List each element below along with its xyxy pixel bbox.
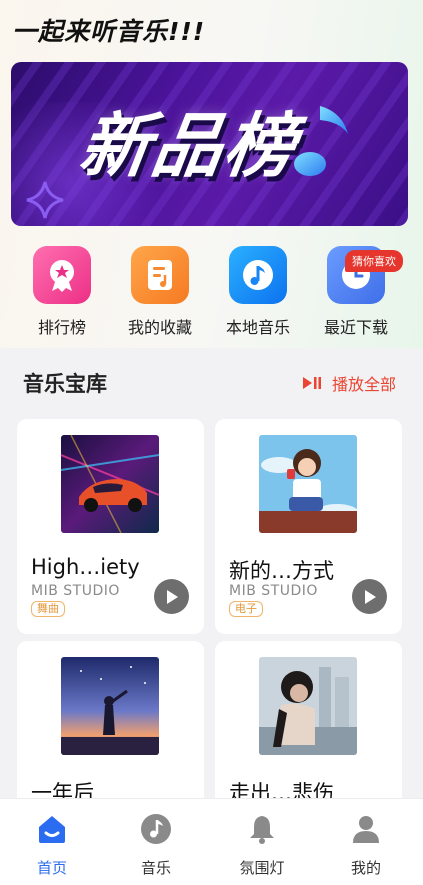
play-icon: [166, 589, 178, 604]
play-all-label: 播放全部: [331, 375, 396, 394]
app-title: 一起来听音乐!!!: [12, 17, 206, 46]
play-button[interactable]: [352, 579, 387, 614]
play-pause-icon: [302, 377, 321, 389]
quick-label-local-music: 本地音乐: [225, 318, 290, 337]
song-card[interactable]: High…iety MIB STUDIO 舞曲: [17, 419, 204, 634]
nav-item-profile[interactable]: 我的: [326, 813, 406, 878]
genre-tag: 电子: [229, 601, 263, 617]
nav-item-home[interactable]: 首页: [12, 813, 92, 878]
song-title: 新的…方式: [229, 559, 334, 583]
bottom-nav: 首页 音乐 氛围灯 我的: [0, 798, 423, 885]
nav-label-home: 首页: [36, 859, 67, 877]
new-releases-banner[interactable]: 新品榜: [11, 62, 408, 226]
song-artist: MIB STUDIO: [31, 583, 120, 599]
nav-label-music: 音乐: [140, 859, 171, 877]
album-cover: [259, 657, 357, 755]
album-cover: [259, 435, 357, 533]
sparkle-icon: [26, 181, 64, 219]
favorites-icon: [131, 246, 189, 304]
play-all-button[interactable]: 播放全部: [302, 371, 396, 395]
music-note-icon: [141, 814, 171, 844]
music-note-icon: [294, 101, 348, 176]
song-title: High…iety: [31, 555, 140, 579]
home-icon: [39, 816, 65, 843]
quick-label-ranking: 排行榜: [37, 318, 86, 337]
song-artist: MIB STUDIO: [229, 583, 318, 599]
quick-item-favorites[interactable]: 我的收藏: [114, 246, 206, 338]
album-cover: [61, 657, 159, 755]
quick-label-favorites: 我的收藏: [127, 318, 192, 337]
nav-item-music[interactable]: 音乐: [116, 813, 196, 878]
quick-item-ranking[interactable]: 排行榜: [16, 246, 108, 338]
guess-you-like-badge: 猜你喜欢: [345, 250, 403, 272]
song-card[interactable]: 新的…方式 MIB STUDIO 电子: [215, 419, 402, 634]
library-title: 音乐宝库: [23, 372, 107, 396]
genre-tag: 舞曲: [31, 601, 65, 617]
local-music-icon: [229, 246, 287, 304]
quick-item-local-music[interactable]: 本地音乐: [212, 246, 304, 338]
banner-title: 新品榜: [74, 105, 302, 187]
nav-label-ambient-light: 氛围灯: [239, 859, 285, 877]
nav-label-profile: 我的: [350, 859, 381, 877]
quick-label-recent-downloads: 最近下载: [323, 318, 388, 337]
ranking-icon: [33, 246, 91, 304]
bell-icon: [250, 816, 274, 844]
play-button[interactable]: [154, 579, 189, 614]
play-icon: [364, 589, 376, 604]
album-cover: [61, 435, 159, 533]
nav-item-ambient-light[interactable]: 氛围灯: [222, 813, 302, 878]
profile-icon: [353, 816, 379, 843]
